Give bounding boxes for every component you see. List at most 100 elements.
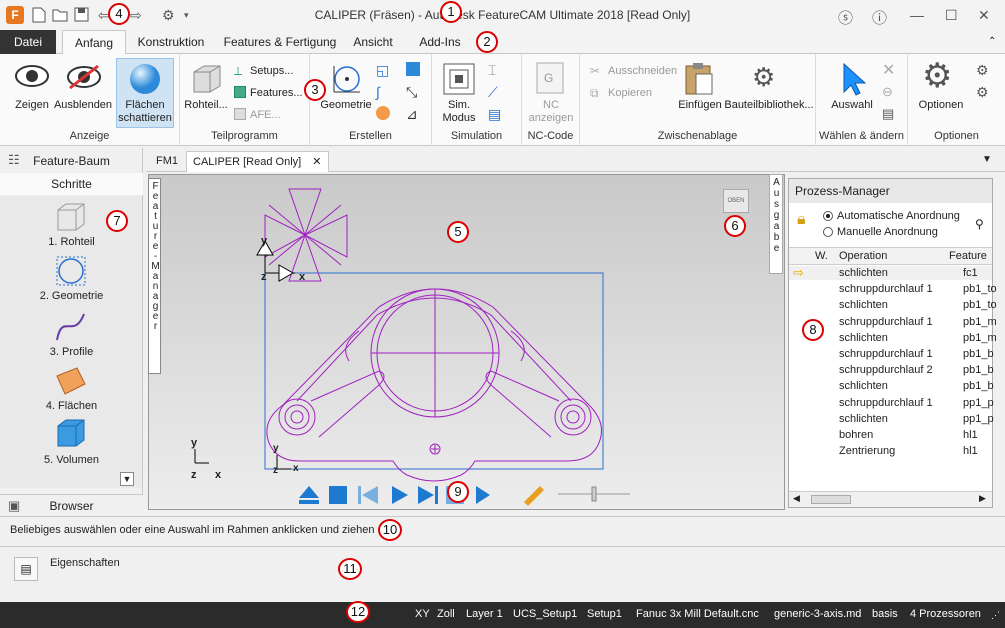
solid-box-icon[interactable] bbox=[406, 62, 420, 76]
col-w[interactable]: W. bbox=[815, 248, 828, 264]
options-small-gear-icon[interactable]: ⚙ bbox=[976, 62, 989, 79]
feature-baum-tab[interactable]: Feature-Baum bbox=[0, 150, 143, 172]
tab-datei[interactable]: Datei bbox=[0, 30, 56, 54]
rohteil-step-icon[interactable] bbox=[54, 200, 88, 234]
process-row[interactable]: schlichten fc1 bbox=[789, 266, 992, 280]
help-icon[interactable]: ⓘ bbox=[872, 7, 887, 28]
einfuegen-button[interactable]: Einfügen bbox=[674, 99, 726, 112]
close-icon[interactable]: ✕ bbox=[978, 7, 990, 24]
help-support-icon[interactable]: ⓢ bbox=[838, 7, 853, 28]
step-flaechen[interactable]: 4. Flächen bbox=[0, 400, 143, 412]
tab-ansicht[interactable]: Ansicht bbox=[348, 30, 398, 54]
setups-button[interactable]: Setups... bbox=[250, 65, 293, 78]
maximize-icon[interactable]: ☐ bbox=[945, 7, 958, 24]
options-gear-icon: ⚙ bbox=[922, 57, 953, 95]
compare-icon[interactable]: ▤ bbox=[488, 106, 501, 123]
radio-auto[interactable] bbox=[823, 211, 833, 221]
scroll-thumb[interactable] bbox=[811, 495, 851, 504]
process-row[interactable]: bohren hl1 bbox=[789, 428, 992, 442]
status-machine[interactable]: generic-3-axis.md bbox=[774, 608, 861, 620]
status-setup[interactable]: Setup1 bbox=[587, 608, 622, 620]
spline-icon[interactable]: ∫ bbox=[376, 84, 380, 100]
step-profile[interactable]: 3. Profile bbox=[0, 346, 143, 358]
status-layer[interactable]: Layer 1 bbox=[466, 608, 503, 620]
step-volumen[interactable]: 5. Volumen bbox=[0, 454, 143, 466]
col-operation[interactable]: Operation bbox=[839, 248, 887, 264]
transform-icon[interactable]: ⤡ bbox=[406, 84, 417, 101]
scroll-left-icon[interactable]: ◀ bbox=[793, 493, 800, 504]
optionen-button[interactable]: Optionen bbox=[910, 99, 972, 112]
properties-label[interactable]: Eigenschaften bbox=[50, 557, 120, 569]
kopieren-button[interactable]: Kopieren bbox=[608, 87, 652, 100]
flaechen-step-icon[interactable] bbox=[54, 364, 88, 398]
sim-modus-button[interactable]: Modus bbox=[436, 112, 482, 125]
volumen-step-icon[interactable] bbox=[54, 416, 88, 450]
status-basis[interactable]: basis bbox=[872, 608, 898, 620]
nc-anzeigen-button[interactable]: anzeigen bbox=[522, 112, 580, 125]
ausgabe-vertical-tab[interactable]: Ausgabe bbox=[769, 174, 783, 274]
status-ucs[interactable]: UCS_Setup1 bbox=[513, 608, 577, 620]
sim-options-icon bbox=[476, 486, 490, 504]
status-processors[interactable]: 4 Prozessoren bbox=[910, 608, 981, 620]
tab-anfang[interactable]: Anfang bbox=[62, 30, 126, 55]
view-cube-badge[interactable]: OBEN bbox=[723, 189, 749, 213]
horizontal-scrollbar[interactable]: ◀ ▶ bbox=[789, 491, 992, 507]
browser-tab[interactable]: ▣ Browser bbox=[0, 494, 143, 516]
world-x-label: x bbox=[215, 469, 222, 481]
process-row[interactable]: schlichten pp1_p bbox=[789, 412, 994, 426]
ausblenden-button[interactable]: Ausblenden bbox=[52, 99, 114, 112]
list-icon[interactable]: ▤ bbox=[882, 106, 894, 122]
process-row-feature: pb1_to bbox=[963, 299, 997, 312]
tool-icon[interactable]: ⌶ bbox=[488, 62, 496, 79]
doc-tab-fm1[interactable]: FM1 bbox=[150, 151, 184, 172]
step-rohteil[interactable]: 1. Rohteil bbox=[0, 236, 143, 248]
tab-add-ins[interactable]: Add-Ins bbox=[410, 30, 470, 54]
sort-options-icon[interactable]: ⚲ bbox=[975, 217, 984, 231]
ausschneiden-button[interactable]: Ausschneiden bbox=[608, 65, 677, 78]
process-row[interactable]: schruppdurchlauf 1 pb1_b bbox=[789, 347, 994, 361]
process-row[interactable]: schlichten pb1_b bbox=[789, 379, 994, 393]
process-row[interactable]: schruppdurchlauf 1 pb1_to bbox=[789, 282, 997, 296]
options-small-gear-2-icon[interactable]: ⚙ bbox=[976, 84, 989, 101]
ribbon-collapse-icon[interactable]: ⌃ bbox=[988, 36, 996, 47]
delete-icon[interactable]: ✕ bbox=[882, 60, 895, 80]
process-row[interactable]: schlichten pb1_to bbox=[789, 298, 997, 312]
doc-tab-caliper[interactable]: CALIPER [Read Only] ✕ bbox=[186, 151, 329, 172]
afe-button[interactable]: AFE... bbox=[250, 109, 281, 122]
step-geometrie[interactable]: 2. Geometrie bbox=[0, 290, 143, 302]
status-post-processor[interactable]: Fanuc 3x Mill Default.cnc bbox=[636, 608, 759, 620]
resize-grip-icon[interactable]: ⋰ bbox=[991, 610, 1000, 621]
col-feature[interactable]: Feature bbox=[949, 248, 987, 264]
status-units[interactable]: Zoll bbox=[437, 608, 455, 620]
steps-scroll-down-icon[interactable]: ▼ bbox=[120, 472, 134, 486]
bauteilbibliothek-button[interactable]: Bauteilbibliothek... bbox=[724, 99, 814, 112]
doc-tabs-menu-icon[interactable]: ▼ bbox=[982, 154, 992, 165]
features-button[interactable]: Features... bbox=[250, 87, 303, 100]
status-plane[interactable]: XY bbox=[415, 608, 430, 620]
tab-features-fertigung[interactable]: Features & Fertigung bbox=[220, 30, 340, 54]
auswahl-button[interactable]: Auswahl bbox=[822, 99, 882, 112]
dimension-icon[interactable]: ⊿ bbox=[406, 106, 418, 123]
chart-icon[interactable]: ⟋ bbox=[488, 84, 498, 101]
part-geometry[interactable] bbox=[149, 175, 786, 511]
doc-tab-close-icon[interactable]: ✕ bbox=[312, 156, 321, 168]
scroll-right-icon[interactable]: ▶ bbox=[979, 493, 986, 504]
geometrie-button[interactable]: Geometrie bbox=[316, 99, 376, 112]
profile-step-icon[interactable] bbox=[54, 310, 88, 344]
hint-text: Beliebiges auswählen oder eine Auswahl i… bbox=[10, 524, 375, 536]
rohteil-button[interactable]: Rohteil... bbox=[180, 99, 232, 112]
properties-icon[interactable]: ▤ bbox=[14, 557, 38, 581]
process-row[interactable]: Zentrierung hl1 bbox=[789, 444, 992, 458]
process-row[interactable]: schruppdurchlauf 1 pp1_p bbox=[789, 396, 994, 410]
zeigen-button[interactable]: Zeigen bbox=[8, 99, 56, 112]
curve-icon[interactable]: ◱ bbox=[376, 62, 389, 79]
minimize-icon[interactable]: — bbox=[910, 7, 924, 23]
radio-manual[interactable] bbox=[823, 227, 833, 237]
geometrie-step-icon[interactable] bbox=[54, 254, 88, 288]
feature-manager-vertical-tab[interactable]: Feature-Manager bbox=[148, 178, 161, 374]
schritte-tab[interactable]: Schritte bbox=[0, 173, 143, 195]
process-row[interactable]: schruppdurchlauf 2 pb1_b bbox=[789, 363, 994, 377]
sphere-icon[interactable] bbox=[376, 106, 390, 120]
lock-icon[interactable]: ⊖ bbox=[882, 84, 893, 100]
tab-konstruktion[interactable]: Konstruktion bbox=[132, 30, 210, 54]
